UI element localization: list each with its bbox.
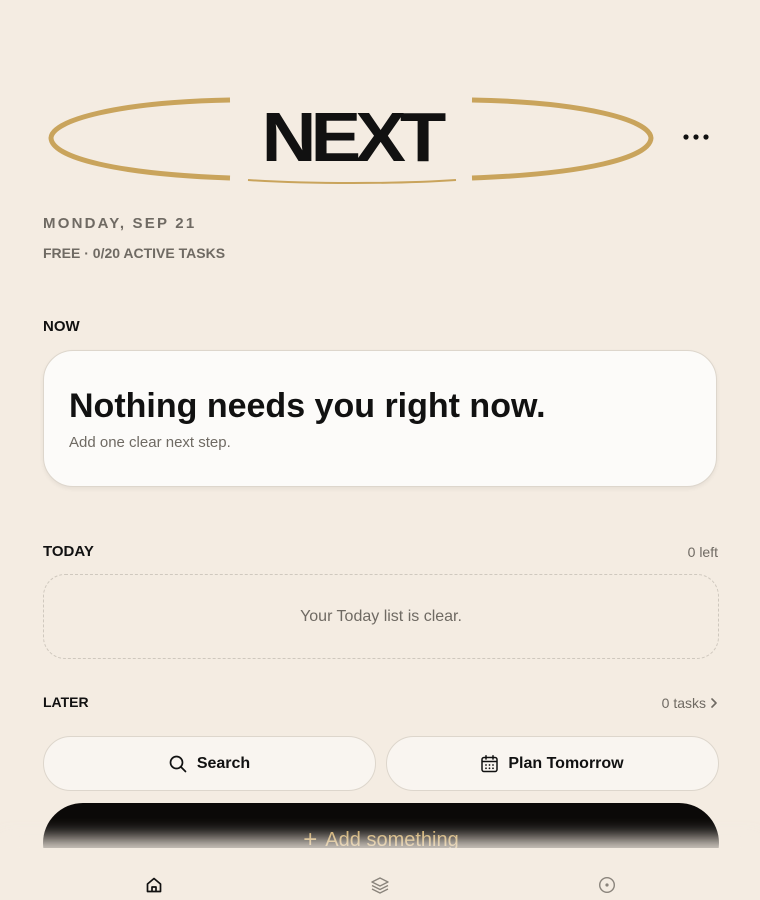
now-section-title: NOW bbox=[43, 318, 80, 335]
search-icon bbox=[169, 755, 187, 772]
logo-wordmark: NEXT bbox=[261, 98, 447, 177]
plan-status: FREE · 0/20 ACTIVE TASKS bbox=[43, 245, 226, 261]
now-subtext: Add one clear next step. bbox=[69, 434, 231, 451]
more-options-button[interactable] bbox=[676, 122, 716, 152]
more-icon bbox=[683, 134, 709, 140]
search-button-label: Search bbox=[196, 754, 251, 772]
bottom-tab-bar bbox=[0, 848, 760, 900]
today-count: 0 left bbox=[687, 544, 718, 560]
today-empty-state: Your Today list is clear. bbox=[43, 574, 719, 659]
tab-home[interactable] bbox=[143, 874, 165, 896]
current-date: MONDAY, SEP 21 bbox=[43, 215, 197, 232]
tab-layers[interactable] bbox=[369, 874, 391, 896]
plan-tomorrow-button[interactable]: Plan Tomorrow bbox=[386, 736, 719, 791]
tab-focus[interactable] bbox=[596, 874, 618, 896]
logo: NEXT bbox=[48, 96, 654, 186]
today-empty-text: Your Today list is clear. bbox=[300, 607, 462, 625]
search-button[interactable]: Search bbox=[43, 736, 376, 791]
home-icon bbox=[146, 877, 162, 893]
later-tasks-link[interactable]: 0 tasks bbox=[662, 695, 718, 711]
layers-icon bbox=[371, 877, 389, 894]
later-count: 0 tasks bbox=[661, 695, 706, 711]
plan-tomorrow-label: Plan Tomorrow bbox=[508, 754, 624, 772]
now-card: Nothing needs you right now. Add one cle… bbox=[43, 350, 717, 487]
today-section-title: TODAY bbox=[43, 543, 94, 560]
now-heading: Nothing needs you right now. bbox=[69, 387, 546, 425]
later-section-title: LATER bbox=[43, 694, 89, 710]
app-screen: NEXT MONDAY, SEP 21 FREE · 0/20 ACTIVE T… bbox=[0, 0, 760, 900]
target-icon bbox=[598, 876, 616, 894]
calendar-icon bbox=[481, 754, 499, 772]
chevron-right-icon bbox=[711, 698, 717, 708]
